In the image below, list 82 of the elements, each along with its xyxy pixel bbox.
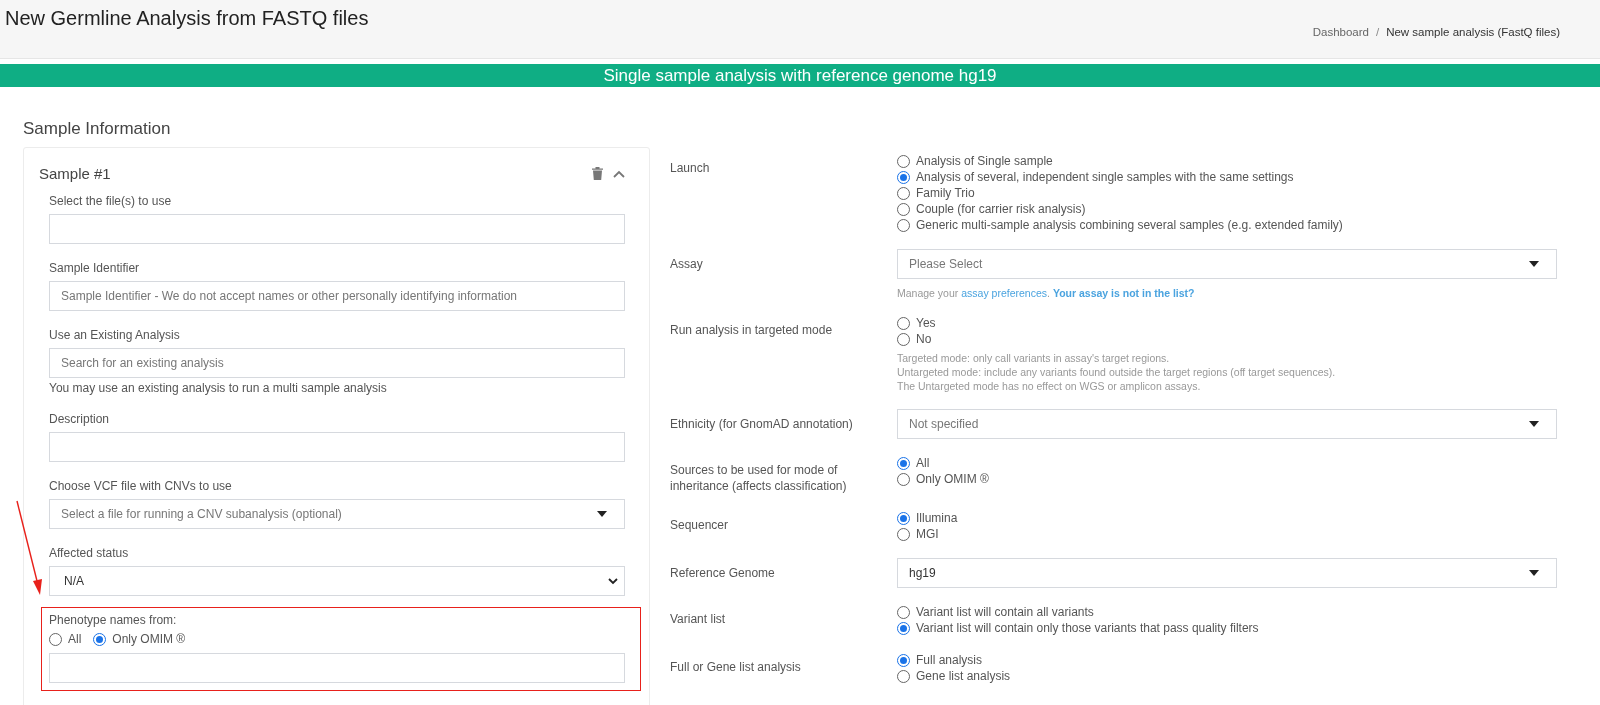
breadcrumb-link[interactable]: Dashboard [1312, 26, 1369, 38]
radio-label: Only OMIM ® [112, 632, 186, 646]
radio-button[interactable] [897, 605, 910, 619]
note-text: Untargeted mode: include any variants found outside the target regions (off target sequences). [897, 365, 1337, 379]
help-text: . [1047, 287, 1050, 299]
radio-label: MGI [916, 527, 939, 541]
page-title: New Germline Analysis from FASTQ files [5, 7, 369, 30]
field-label: Phenotype names from: [49, 613, 178, 627]
radio-button[interactable] [897, 511, 910, 525]
radio-label: No [916, 332, 932, 346]
radio-label: Family Trio [916, 186, 975, 200]
setting-label: Sources to be used for mode of inheritance (affects classification) [670, 462, 848, 494]
radio-button[interactable] [897, 527, 910, 541]
trash-icon[interactable] [592, 167, 603, 180]
dropdown[interactable]: Please Select [897, 249, 1557, 279]
radio-label: Gene list analysis [916, 669, 1011, 683]
setting-label: Full or Gene list analysis [670, 659, 802, 676]
caret-icon [597, 511, 607, 517]
setting-label: Assay [670, 256, 704, 273]
radio-button[interactable] [93, 632, 107, 646]
section-title: Sample Information [23, 119, 172, 139]
dropdown[interactable]: hg19 [897, 558, 1557, 588]
assay-missing-link[interactable]: Your assay is not in the list? [1052, 287, 1195, 299]
radio-button[interactable] [49, 632, 62, 646]
radio-label: Only OMIM ® [916, 472, 989, 486]
breadcrumb-current: New sample analysis (FastQ files) [1386, 26, 1560, 38]
input-field[interactable] [49, 432, 625, 462]
radio-button[interactable] [897, 170, 910, 184]
caret-icon [1529, 421, 1539, 427]
note-text: The Untargeted mode has no effect on WGS or amplicon assays. [897, 379, 1202, 393]
radio-label: Generic multi-sample analysis combining several samples (e.g. extended family) [916, 218, 1343, 232]
radio-button[interactable] [897, 154, 910, 168]
note-text: Targeted mode: only call variants in assay's target regions. [897, 351, 1171, 365]
radio-label: Analysis of several, independent single samples with the same settings [916, 170, 1294, 184]
radio-label: All [916, 456, 930, 470]
radio-button[interactable] [897, 186, 910, 200]
radio-button[interactable] [897, 316, 910, 330]
radio-button[interactable] [897, 472, 910, 486]
radio-button[interactable] [897, 621, 910, 635]
radio-button[interactable] [897, 456, 910, 470]
radio-label: Yes [916, 316, 936, 330]
radio-label: Full analysis [916, 653, 983, 667]
radio-button[interactable] [897, 653, 910, 667]
help-text: Manage your [897, 287, 960, 299]
setting-label: Sequencer [670, 517, 730, 534]
radio-label: Variant list will contain only those variants that pass quality filters [916, 621, 1259, 635]
dropdown[interactable]: Not specified [897, 409, 1557, 439]
caret-icon [1529, 570, 1539, 576]
radio-label: Analysis of Single sample [916, 154, 1053, 168]
setting-label: Variant list [670, 611, 727, 628]
input-field[interactable]: Search for an existing analysis [49, 348, 625, 378]
preferences-link[interactable]: assay preferences [961, 287, 1047, 299]
caret-icon [1529, 261, 1539, 267]
input-field[interactable] [49, 214, 625, 244]
radio-button[interactable] [897, 669, 910, 683]
setting-label: Launch [670, 160, 711, 177]
input-field[interactable] [49, 653, 625, 683]
field-label: Choose VCF file with CNVs to use [49, 479, 233, 493]
input-field[interactable]: Sample Identifier - We do not accept names or other personally identifying information [49, 281, 625, 311]
setting-label: Run analysis in targeted mode [670, 322, 834, 339]
radio-label: Couple (for carrier risk analysis) [916, 202, 1086, 216]
setting-label: Ethnicity (for GnomAD annotation) [670, 416, 854, 433]
setting-label: Reference Genome [670, 565, 776, 582]
field-label: Select the file(s) to use [49, 194, 173, 208]
radio-label: Illumina [916, 511, 958, 525]
banner: Single sample analysis with reference genome hg19 [0, 64, 1600, 87]
select-field[interactable]: N/A [49, 566, 625, 596]
radio-label: All [68, 632, 82, 646]
field-label: Use an Existing Analysis [49, 328, 181, 342]
field-label: Sample Identifier [49, 261, 141, 275]
help-text: You may use an existing analysis to run a multi sample analysis [49, 381, 388, 395]
field-label: Affected status [49, 546, 130, 560]
dropdown[interactable]: Select a file for running a CNV subanalysis (optional) [49, 499, 625, 529]
collapse-chevron-icon[interactable] [613, 169, 625, 178]
breadcrumb-separator: / [1375, 26, 1380, 38]
radio-button[interactable] [897, 218, 910, 232]
radio-button[interactable] [897, 202, 910, 216]
chevron-down-icon [608, 577, 618, 585]
card-title: Sample #1 [39, 165, 111, 182]
field-label: Description [49, 412, 111, 426]
radio-label: Variant list will contain all variants [916, 605, 1094, 619]
radio-button[interactable] [897, 332, 910, 346]
